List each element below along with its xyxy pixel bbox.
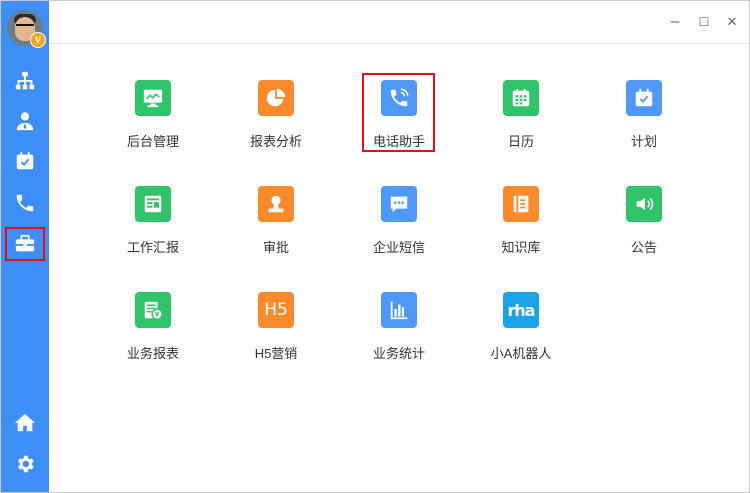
app-label: 报表分析 — [249, 134, 302, 149]
gear-icon — [17, 455, 34, 473]
sidebar-item-settings[interactable] — [1, 446, 49, 482]
user-stamp-icon — [268, 195, 284, 213]
app-enterprise-sms[interactable]: 企业短信 — [349, 186, 449, 266]
app-tile: H5 — [258, 292, 294, 328]
app-tile — [258, 80, 294, 116]
selected-highlight — [362, 73, 435, 152]
app-robot[interactable]: rha 小A机器人 — [471, 292, 571, 372]
titlebar: – ☐ ✕ — [49, 1, 749, 44]
app-tile: rha — [503, 292, 539, 328]
app-work-report[interactable]: 工作汇报 — [103, 186, 203, 266]
app-window: V – ☐ ✕ 后台管理 报表分析 电话助手 日历 计划 工作汇报 审批 企业短… — [0, 0, 750, 493]
app-plan[interactable]: 计划 — [594, 80, 694, 160]
calendar-check-icon — [16, 151, 34, 170]
sidebar-item-org[interactable] — [1, 63, 49, 99]
app-h5-marketing[interactable]: H5 H5营销 — [226, 292, 326, 372]
app-tile — [135, 80, 171, 116]
app-label: 计划 — [630, 134, 657, 149]
sidebar: V — [1, 1, 49, 492]
sidebar-item-contacts[interactable] — [1, 103, 49, 139]
app-knowledge-base[interactable]: 知识库 — [471, 186, 571, 266]
avatar-glasses — [16, 24, 34, 31]
app-approval[interactable]: 审批 — [226, 186, 326, 266]
monitor-chart-icon — [143, 89, 163, 108]
calendar-check-icon — [635, 88, 653, 107]
app-tile — [503, 186, 539, 222]
speaker-icon — [636, 197, 654, 211]
app-label: 业务统计 — [372, 346, 425, 361]
app-backend-admin[interactable]: 后台管理 — [103, 80, 203, 160]
sidebar-item-home[interactable] — [1, 405, 49, 441]
app-tile — [258, 186, 294, 222]
app-label: 业务报表 — [126, 346, 179, 361]
report-icon — [144, 195, 162, 213]
app-tile — [503, 80, 539, 116]
sidebar-item-phone[interactable] — [1, 185, 49, 221]
app-label: 审批 — [262, 240, 289, 255]
bar-chart-icon — [390, 301, 408, 320]
h5-icon: H5 — [264, 300, 288, 320]
app-announcement[interactable]: 公告 — [594, 186, 694, 266]
app-report-analysis[interactable]: 报表分析 — [226, 80, 326, 160]
app-label: H5营销 — [254, 346, 298, 361]
message-icon — [390, 196, 408, 213]
app-tile — [381, 186, 417, 222]
pie-chart-icon — [266, 88, 286, 107]
app-tile — [626, 80, 662, 116]
phone-icon — [16, 194, 34, 212]
app-label: 日历 — [507, 134, 534, 149]
app-calendar[interactable]: 日历 — [471, 80, 571, 160]
book-icon — [513, 195, 529, 213]
app-label: 后台管理 — [126, 134, 179, 149]
contacts-icon — [16, 112, 34, 131]
yen-doc-icon — [144, 301, 163, 320]
app-label: 工作汇报 — [126, 240, 179, 255]
home-icon — [14, 413, 36, 432]
app-label: 公告 — [630, 240, 657, 255]
app-business-stats[interactable]: 业务统计 — [349, 292, 449, 372]
app-tile — [135, 186, 171, 222]
app-tile — [626, 186, 662, 222]
vip-badge: V — [30, 32, 46, 48]
maximize-button[interactable]: ☐ — [695, 13, 713, 31]
app-business-report[interactable]: 业务报表 — [103, 292, 203, 372]
close-button[interactable]: ✕ — [723, 13, 741, 31]
app-label: 知识库 — [501, 240, 541, 255]
org-chart-icon — [15, 71, 35, 90]
robot-logo-icon: rha — [507, 300, 535, 320]
sidebar-item-tasks[interactable] — [1, 143, 49, 179]
briefcase-icon — [15, 234, 35, 252]
app-tile — [135, 292, 171, 328]
calendar-grid-icon — [512, 88, 530, 107]
minimize-button[interactable]: – — [666, 13, 684, 31]
app-tile — [381, 292, 417, 328]
app-label: 企业短信 — [372, 240, 425, 255]
app-label: 小A机器人 — [490, 346, 552, 361]
sidebar-item-workbench[interactable] — [5, 227, 45, 261]
